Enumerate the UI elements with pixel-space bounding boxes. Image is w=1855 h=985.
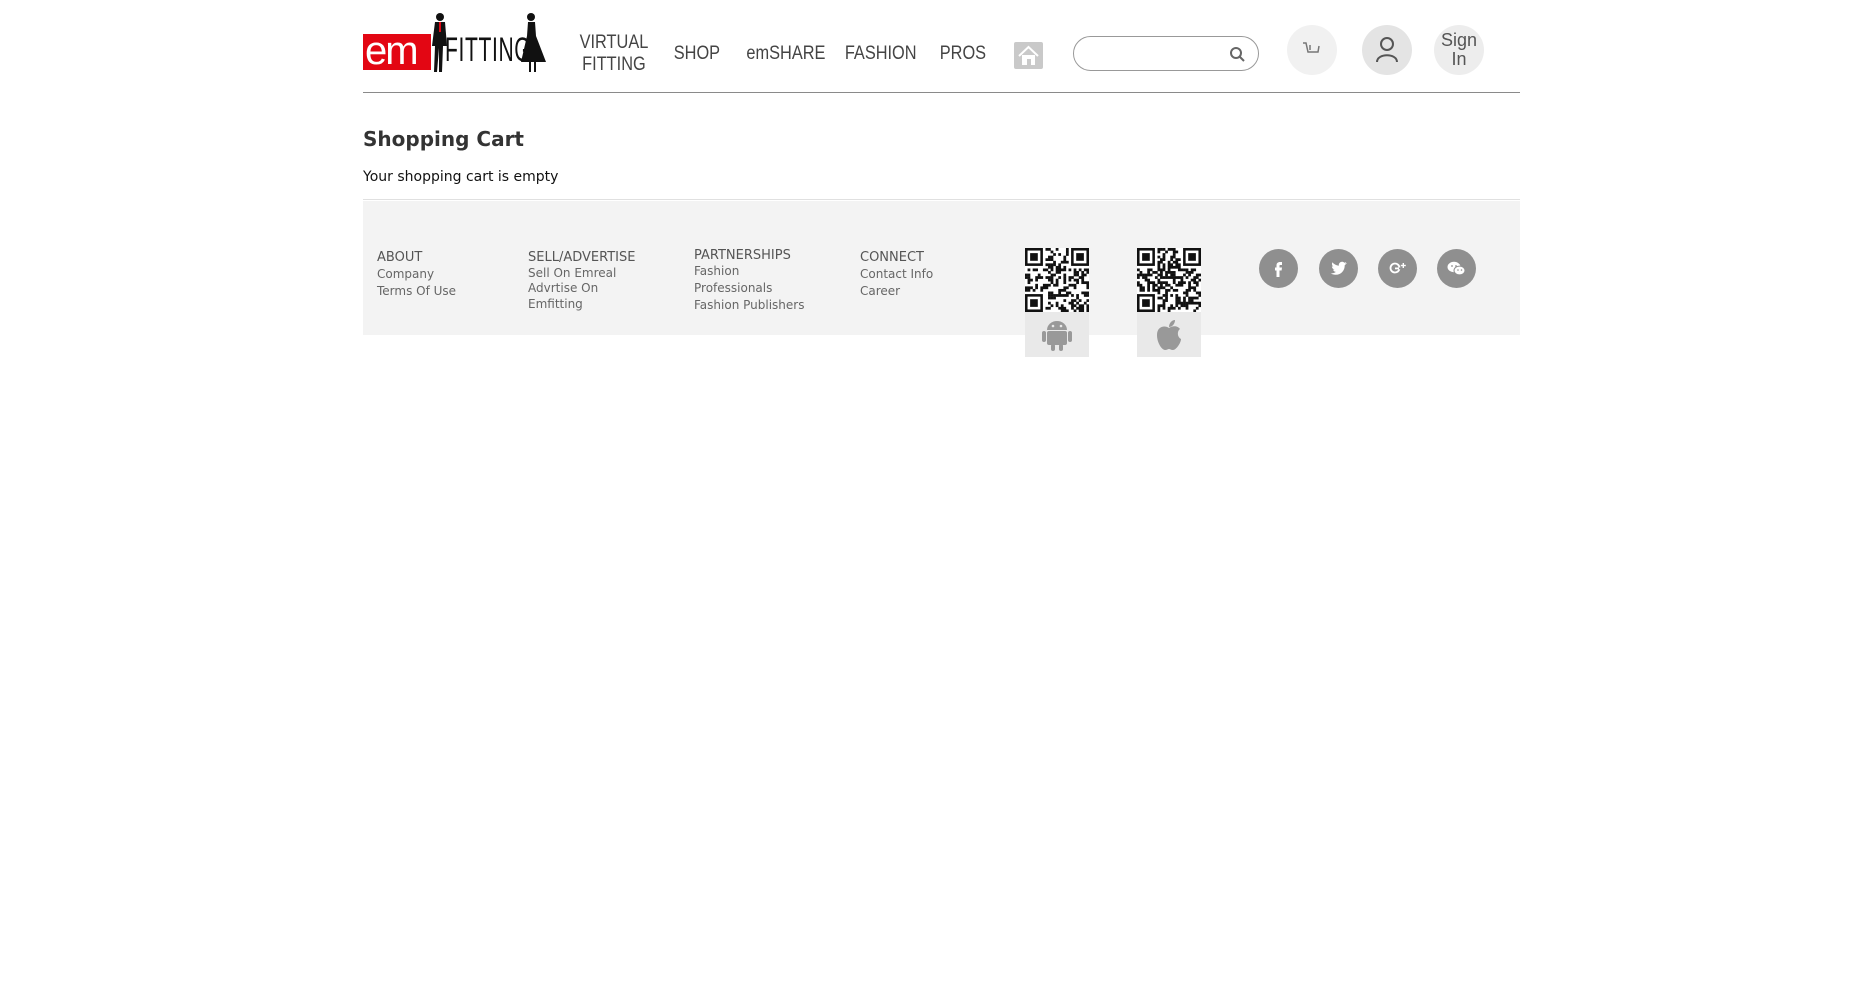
cart-section: Shopping Cart Your shopping cart is empt… [363, 93, 1520, 200]
wechat-icon [1447, 261, 1466, 276]
cart-icon [1303, 42, 1320, 53]
sign-in-button[interactable]: Sign In [1434, 25, 1484, 75]
footer-link-sell[interactable]: Sell On Emreal [528, 266, 635, 281]
cart-button[interactable] [1287, 25, 1337, 75]
footer-heading: PARTNERSHIPS [694, 248, 791, 263]
search-box [1073, 36, 1259, 71]
footer-link-fashion[interactable]: Fashion [694, 263, 804, 280]
google-plus-icon [1389, 262, 1406, 274]
home-icon[interactable] [1014, 42, 1043, 69]
site-header: em FITTING VIRTUAL FITTING SHOP emSHARE … [363, 0, 1520, 93]
account-button[interactable] [1362, 25, 1412, 75]
footer-link-career[interactable]: Career [860, 283, 933, 300]
logo-em: em [363, 31, 431, 71]
nav-label-line2: FITTING [582, 54, 646, 75]
qr-code-image [1025, 248, 1090, 313]
footer-column-connect: CONNECT Contact Info Career [860, 249, 933, 300]
ios-app-tab[interactable] [1137, 312, 1201, 357]
qr-code-image [1137, 248, 1202, 313]
android-icon [1042, 321, 1072, 351]
google-plus-button[interactable] [1378, 249, 1417, 288]
page: em FITTING VIRTUAL FITTING SHOP emSHARE … [363, 0, 1520, 357]
footer-link-contact[interactable]: Contact Info [860, 266, 933, 283]
footer-column-partnerships: PARTNERSHIPS Fashion Professionals Fashi… [694, 249, 804, 314]
sign-in-label-line1: Sign [1440, 30, 1478, 50]
home-glyph [1018, 45, 1039, 65]
page-title: Shopping Cart [363, 127, 524, 151]
nav-pros[interactable]: PROS [940, 43, 986, 65]
nav-shop[interactable]: SHOP [674, 43, 720, 65]
footer-link-terms[interactable]: Terms Of Use [377, 283, 456, 300]
man-silhouette-icon [432, 13, 447, 72]
footer-heading: SELL/ADVERTISE [528, 250, 636, 265]
sign-in-label-line2: In [1451, 49, 1467, 69]
footer-link-publishers[interactable]: Fashion Publishers [694, 297, 804, 314]
footer-link-company[interactable]: Company [377, 266, 456, 283]
wechat-button[interactable] [1437, 249, 1476, 288]
twitter-icon [1330, 261, 1347, 275]
apple-icon [1157, 320, 1181, 350]
android-qr-code [1025, 248, 1090, 313]
twitter-button[interactable] [1319, 249, 1358, 288]
empty-cart-message: Your shopping cart is empty [363, 169, 559, 185]
nav-emshare[interactable]: emSHARE [746, 43, 825, 65]
nav-fashion[interactable]: FASHION [845, 43, 917, 65]
footer-column-about: ABOUT Company Terms Of Use [377, 249, 456, 300]
user-icon [1376, 37, 1398, 63]
woman-silhouette-icon [521, 13, 546, 72]
nav-virtual-fitting[interactable]: VIRTUAL FITTING [580, 32, 649, 76]
footer-heading: CONNECT [860, 250, 924, 265]
search-input[interactable] [1084, 42, 1224, 65]
nav-label-line1: VIRTUAL [579, 32, 649, 53]
search-icon[interactable] [1229, 46, 1246, 63]
android-app-tab[interactable] [1025, 312, 1089, 357]
footer-link-emfitting[interactable]: Emfitting [528, 296, 635, 313]
ios-qr-code [1137, 248, 1202, 313]
footer-link-professionals[interactable]: Professionals [694, 280, 804, 297]
emfitting-logo[interactable]: em FITTING [363, 12, 547, 74]
footer-link-advertise[interactable]: Advrtise On [528, 281, 635, 296]
site-footer: ABOUT Company Terms Of Use SELL/ADVERTIS… [363, 201, 1520, 357]
footer-column-sell-advertise: SELL/ADVERTISE Sell On Emreal Advrtise O… [528, 249, 635, 313]
facebook-button[interactable] [1259, 249, 1298, 288]
facebook-icon [1275, 262, 1282, 277]
footer-heading: ABOUT [377, 250, 423, 265]
